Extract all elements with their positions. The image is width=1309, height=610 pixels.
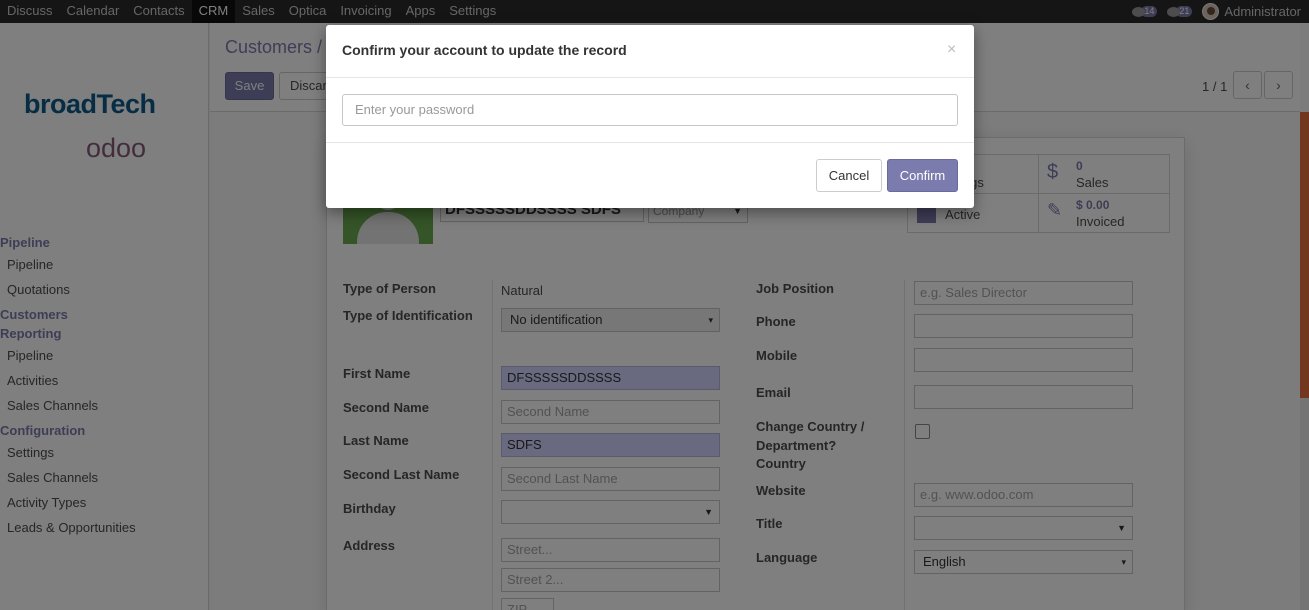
dialog-divider (326, 77, 974, 78)
dialog-divider (326, 142, 974, 143)
password-input[interactable]: Enter your password (342, 94, 958, 126)
confirm-account-dialog: Confirm your account to update the recor… (326, 25, 974, 208)
close-icon[interactable]: × (947, 42, 956, 58)
cancel-button[interactable]: Cancel (816, 159, 882, 192)
dialog-title: Confirm your account to update the recor… (342, 42, 627, 58)
confirm-button[interactable]: Confirm (887, 159, 958, 192)
